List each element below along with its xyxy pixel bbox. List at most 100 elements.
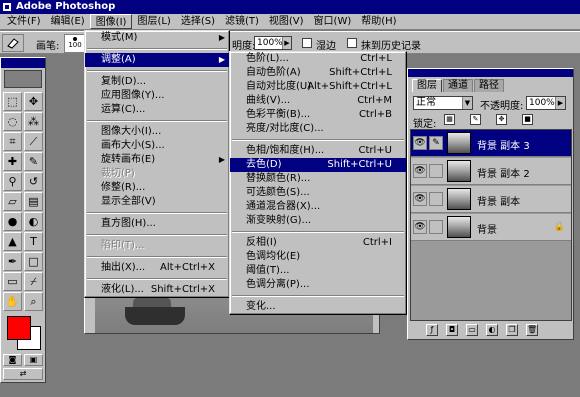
- menu-window[interactable]: 窗口(W): [309, 14, 357, 29]
- image-menu-item[interactable]: 旋转画布(E) ▶: [85, 153, 229, 167]
- dodge-tool-icon[interactable]: ◐: [24, 212, 43, 231]
- menu-edit[interactable]: 编辑(E): [46, 14, 90, 29]
- opacity-field[interactable]: 100% ▶: [254, 36, 292, 50]
- new-set-icon[interactable]: ▭: [466, 324, 478, 336]
- adjust-menu-item[interactable]: 可选颜色(S)...: [230, 186, 406, 200]
- history-brush-icon[interactable]: ↺: [24, 172, 43, 191]
- tab-paths[interactable]: 路径: [474, 79, 504, 92]
- layer-style-icon[interactable]: ƒ: [426, 324, 438, 336]
- adjust-menu-item[interactable]: 曲线(V)... Ctrl+M: [230, 94, 406, 108]
- adjust-menu-item[interactable]: 自动对比度(U) Alt+Shift+Ctrl+L: [230, 80, 406, 94]
- magic-wand-icon[interactable]: ⁂: [24, 112, 43, 131]
- tab-layers[interactable]: 图层: [412, 79, 442, 92]
- menu-file[interactable]: 文件(F): [2, 14, 46, 29]
- tab-channels[interactable]: 通道: [443, 79, 473, 92]
- layer-row[interactable]: 👁 背景 副本: [411, 186, 571, 213]
- adjust-menu-item[interactable]: 渐变映射(G)...: [230, 214, 406, 228]
- blur-tool-icon[interactable]: ●: [3, 212, 22, 231]
- path-select-icon[interactable]: ▲: [3, 232, 22, 251]
- image-menu-item[interactable]: 抽出(X)... Alt+Ctrl+X: [85, 261, 229, 275]
- menu-filter[interactable]: 滤镜(T): [220, 14, 264, 29]
- adjust-menu-item[interactable]: 去色(D) Shift+Ctrl+U: [230, 158, 406, 172]
- eyedropper-icon[interactable]: ⌿: [24, 272, 43, 291]
- adjust-menu-item[interactable]: 色彩平衡(B)... Ctrl+B: [230, 108, 406, 122]
- layer-row[interactable]: 👁 背景 🔒: [411, 214, 571, 241]
- adjust-menu-item[interactable]: 色调均化(E): [230, 250, 406, 264]
- jump-to-imageready-icon[interactable]: ⇄: [3, 368, 43, 380]
- pen-tool-icon[interactable]: ✒: [3, 252, 22, 271]
- clone-stamp-icon[interactable]: ⚲: [3, 172, 22, 191]
- brush-picker[interactable]: 100: [64, 34, 86, 53]
- image-menu-item[interactable]: 图像大小(I)...: [85, 125, 229, 139]
- image-menu-item[interactable]: 修整(R)...: [85, 181, 229, 195]
- image-menu-item[interactable]: 调整(A) ▶: [85, 53, 229, 67]
- new-layer-icon[interactable]: ❐: [506, 324, 518, 336]
- link-slot[interactable]: [429, 192, 443, 206]
- quick-mask-icon[interactable]: ◙: [3, 354, 22, 366]
- layer-row[interactable]: 👁 ✎ 背景 副本 3: [411, 130, 571, 157]
- screen-mode-icon[interactable]: ▣: [24, 354, 43, 366]
- eraser-tool-icon[interactable]: ▱: [3, 192, 22, 211]
- link-slot[interactable]: [429, 220, 443, 234]
- image-menu-item[interactable]: 直方图(H)...: [85, 217, 229, 231]
- toolbox-title-bar[interactable]: [1, 58, 45, 68]
- lock-all-icon[interactable]: ■: [522, 114, 533, 125]
- shape-tool-icon[interactable]: □: [24, 252, 43, 271]
- erase-history-checkbox[interactable]: [347, 38, 357, 48]
- adjust-menu-item[interactable]: 变化...: [230, 300, 406, 314]
- trash-icon[interactable]: 🗑: [526, 324, 538, 336]
- wet-edges-checkbox[interactable]: [302, 38, 312, 48]
- slice-tool-icon[interactable]: ⟋: [24, 132, 43, 151]
- hand-tool-icon[interactable]: ✋: [3, 292, 22, 311]
- adjust-menu-item[interactable]: 自动色阶(A) Shift+Ctrl+L: [230, 66, 406, 80]
- layers-panel-title-bar[interactable]: [408, 69, 573, 77]
- layer-mask-icon[interactable]: ◘: [446, 324, 458, 336]
- lock-pixels-icon[interactable]: ✎: [470, 114, 481, 125]
- adjust-menu-item[interactable]: 通道混合器(X)...: [230, 200, 406, 214]
- adjustment-layer-icon[interactable]: ◐: [486, 324, 498, 336]
- image-menu-item[interactable]: 画布大小(S)...: [85, 139, 229, 153]
- menu-image[interactable]: 图像(I): [89, 14, 133, 29]
- eye-icon[interactable]: 👁: [413, 136, 427, 150]
- foreground-color-swatch[interactable]: [7, 316, 31, 340]
- link-slot[interactable]: [429, 164, 443, 178]
- healing-brush-icon[interactable]: ✚: [3, 152, 22, 171]
- adjust-menu-item[interactable]: 替换颜色(R)...: [230, 172, 406, 186]
- adjust-menu-item[interactable]: 阈值(T)...: [230, 264, 406, 278]
- eye-icon[interactable]: 👁: [413, 164, 427, 178]
- opacity-arrow-icon[interactable]: ▶: [282, 37, 291, 49]
- move-tool-icon[interactable]: ✥: [24, 92, 43, 111]
- lock-position-icon[interactable]: ✥: [496, 114, 507, 125]
- gradient-tool-icon[interactable]: ▤: [24, 192, 43, 211]
- adjust-menu-item[interactable]: 色相/饱和度(H)... Ctrl+U: [230, 144, 406, 158]
- menu-layer[interactable]: 图层(L): [132, 14, 175, 29]
- lock-transparency-icon[interactable]: ▦: [444, 114, 455, 125]
- eye-icon[interactable]: 👁: [413, 192, 427, 206]
- layer-opacity-field[interactable]: 100% ▶: [526, 96, 566, 110]
- adjust-menu-item[interactable]: 色阶(L)... Ctrl+L: [230, 52, 406, 66]
- image-menu-item[interactable]: 显示全部(V): [85, 195, 229, 209]
- menu-view[interactable]: 视图(V): [264, 14, 309, 29]
- marquee-tool-icon[interactable]: ⬚: [3, 92, 22, 111]
- eye-icon[interactable]: 👁: [413, 220, 427, 234]
- adjust-menu-item[interactable]: 亮度/对比度(C)...: [230, 122, 406, 136]
- image-menu-item[interactable]: 应用图像(Y)...: [85, 89, 229, 103]
- image-menu-item[interactable]: 模式(M) ▶: [85, 31, 229, 45]
- layer-row[interactable]: 👁 背景 副本 2: [411, 158, 571, 185]
- adjust-menu-item[interactable]: 反相(I) Ctrl+I: [230, 236, 406, 250]
- crop-tool-icon[interactable]: ⌗: [3, 132, 22, 151]
- lasso-tool-icon[interactable]: ◌: [3, 112, 22, 131]
- zoom-tool-icon[interactable]: ⌕: [24, 292, 43, 311]
- notes-tool-icon[interactable]: ▭: [3, 272, 22, 291]
- eraser-tool-preset[interactable]: [2, 34, 24, 52]
- image-menu-item[interactable]: 复制(D)...: [85, 75, 229, 89]
- image-menu-item[interactable]: 液化(L)... Shift+Ctrl+X: [85, 283, 229, 297]
- brush-tool-icon[interactable]: ✎: [24, 152, 43, 171]
- adjust-menu-item[interactable]: 色调分离(P)...: [230, 278, 406, 292]
- opacity-arrow-icon[interactable]: ▶: [555, 97, 565, 109]
- type-tool-icon[interactable]: T: [24, 232, 43, 251]
- menu-select[interactable]: 选择(S): [176, 14, 220, 29]
- menu-help[interactable]: 帮助(H): [356, 14, 401, 29]
- blend-mode-select[interactable]: 正常 ▼: [413, 96, 473, 110]
- image-menu-item[interactable]: 运算(C)...: [85, 103, 229, 117]
